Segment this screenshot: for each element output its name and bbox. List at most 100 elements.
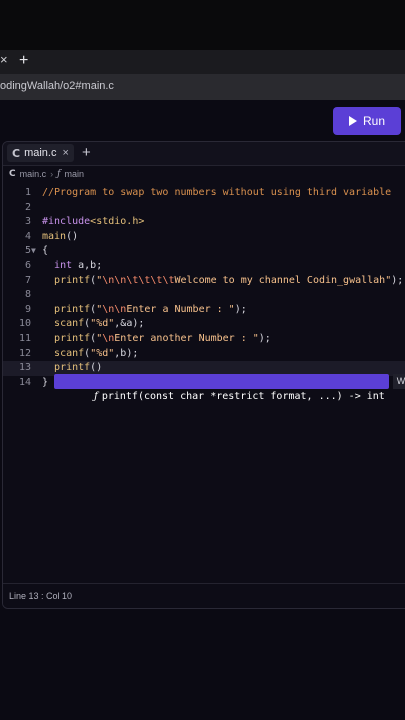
code-token: Enter a Number : " xyxy=(126,303,235,315)
play-icon xyxy=(348,116,357,126)
line-number: 11 xyxy=(18,333,31,344)
line-number: 10 xyxy=(18,318,31,330)
code-line[interactable]: 2 xyxy=(3,201,405,216)
editor-panel: C main.c × + C main.c › ƒ main 1 //Progra… xyxy=(2,141,405,609)
run-button[interactable]: Run xyxy=(333,107,401,135)
code-token: scanf xyxy=(54,318,85,330)
code-text: printf("\nEnter another Number : "); xyxy=(42,332,271,347)
add-file-icon[interactable]: + xyxy=(82,144,91,161)
code-line[interactable]: 8 xyxy=(3,288,405,303)
code-text: int a,b; xyxy=(42,259,102,274)
code-token: \n\n\t\t\t\t xyxy=(102,274,175,286)
signature-doc: Write formatt xyxy=(392,374,405,389)
browser-tab-close-icon[interactable]: × xyxy=(0,52,8,67)
signature-text: printf(const char *restrict format, ...)… xyxy=(101,391,385,402)
fold-chevron-icon[interactable]: ▼ xyxy=(31,244,36,259)
code-token: } xyxy=(42,376,49,388)
line-number: 4 xyxy=(24,230,31,242)
video-top-area xyxy=(0,0,405,50)
file-tab-main-c[interactable]: C main.c × xyxy=(7,144,74,162)
code-token: ,b); xyxy=(114,347,139,359)
code-token: ); xyxy=(258,333,271,344)
code-line[interactable]: 12 scanf("%d",b); xyxy=(3,347,405,362)
code-text: { xyxy=(42,244,48,259)
code-line[interactable]: 10 scanf("%d",&a); xyxy=(3,317,405,332)
c-language-icon: C xyxy=(9,169,16,179)
signature-hint: ƒ printf(const char *restrict format, ...… xyxy=(54,374,405,402)
url-text[interactable]: odingWallah/o2#main.c xyxy=(0,80,114,92)
code-line[interactable]: 4 main() xyxy=(3,230,405,245)
line-number: 6 xyxy=(24,260,31,271)
function-icon: ƒ xyxy=(94,391,98,402)
new-browser-tab-icon[interactable]: + xyxy=(19,52,28,70)
code-token: \n xyxy=(102,333,115,344)
code-token: { xyxy=(42,245,49,257)
breadcrumb-file[interactable]: main.c xyxy=(20,169,47,179)
line-number: 1 xyxy=(24,187,31,198)
line-number: 14 xyxy=(18,376,31,388)
code-token: ); xyxy=(391,274,404,286)
code-token: printf xyxy=(54,274,91,286)
browser-tab-bar xyxy=(0,50,405,74)
close-tab-icon[interactable]: × xyxy=(62,147,68,159)
code-token: main xyxy=(42,230,67,242)
code-text: //Program to swap two numbers without us… xyxy=(42,186,391,201)
code-token: int xyxy=(54,260,73,271)
code-line[interactable]: 6 int a,b; xyxy=(3,259,405,274)
code-token: Welcome to my channel Codin_gwallah" xyxy=(174,274,392,286)
file-tab-bar: C main.c × + xyxy=(3,142,405,166)
code-line[interactable]: 5 ▼ { xyxy=(3,244,405,259)
code-text: main() xyxy=(42,230,78,245)
code-token: ); xyxy=(234,303,247,315)
line-number: 3 xyxy=(24,216,31,228)
code-token: "%d" xyxy=(90,347,115,359)
code-text: printf("\n\nEnter a Number : "); xyxy=(42,303,247,318)
code-token: Enter another Number : " xyxy=(114,333,259,344)
file-tab-label: main.c xyxy=(24,147,57,159)
code-token: <stdio.h> xyxy=(90,216,145,228)
status-bar: Line 13 : Col 10 xyxy=(3,583,405,608)
code-text: printf("\n\n\t\t\t\tWelcome to my channe… xyxy=(42,274,403,289)
line-number: 13 xyxy=(18,362,31,374)
code-token: printf xyxy=(54,303,91,315)
code-text: #include<stdio.h> xyxy=(42,215,144,230)
line-number: 7 xyxy=(24,274,31,286)
code-text: scanf("%d",&a); xyxy=(42,317,144,332)
signature-hint-text: ƒ printf(const char *restrict format, ...… xyxy=(54,374,389,402)
c-language-icon: C xyxy=(12,146,21,160)
function-icon: ƒ xyxy=(57,169,61,179)
code-line[interactable]: 9 printf("\n\nEnter a Number : "); xyxy=(3,303,405,318)
code-line[interactable]: 3 #include<stdio.h> xyxy=(3,215,405,230)
code-token: "%d" xyxy=(90,318,115,330)
code-token: #include xyxy=(42,216,91,228)
code-text: } xyxy=(42,376,48,391)
code-token: scanf xyxy=(54,347,85,359)
line-number: 8 xyxy=(24,289,31,301)
code-token: printf xyxy=(54,362,91,374)
line-number: 12 xyxy=(18,347,31,359)
code-text: scanf("%d",b); xyxy=(42,347,138,362)
code-token: ,&a); xyxy=(114,318,145,330)
code-line[interactable]: 1 //Program to swap two numbers without u… xyxy=(3,186,405,201)
breadcrumb-separator: › xyxy=(50,169,54,179)
code-token: () xyxy=(90,362,103,374)
code-token: \n\n xyxy=(102,303,127,315)
run-label: Run xyxy=(362,114,385,128)
code-token: () xyxy=(66,230,79,242)
line-number: 9 xyxy=(24,303,31,315)
breadcrumb: C main.c › ƒ main xyxy=(9,169,84,179)
line-number: 2 xyxy=(24,201,31,213)
code-token: printf xyxy=(54,333,91,344)
code-token: //Program to swap two numbers without us… xyxy=(42,187,392,198)
code-line[interactable]: 11 printf("\nEnter another Number : "); xyxy=(3,332,405,347)
code-token: a,b; xyxy=(72,260,103,271)
breadcrumb-symbol[interactable]: main xyxy=(64,169,84,179)
code-line[interactable]: 7 printf("\n\n\t\t\t\tWelcome to my chan… xyxy=(3,274,405,289)
